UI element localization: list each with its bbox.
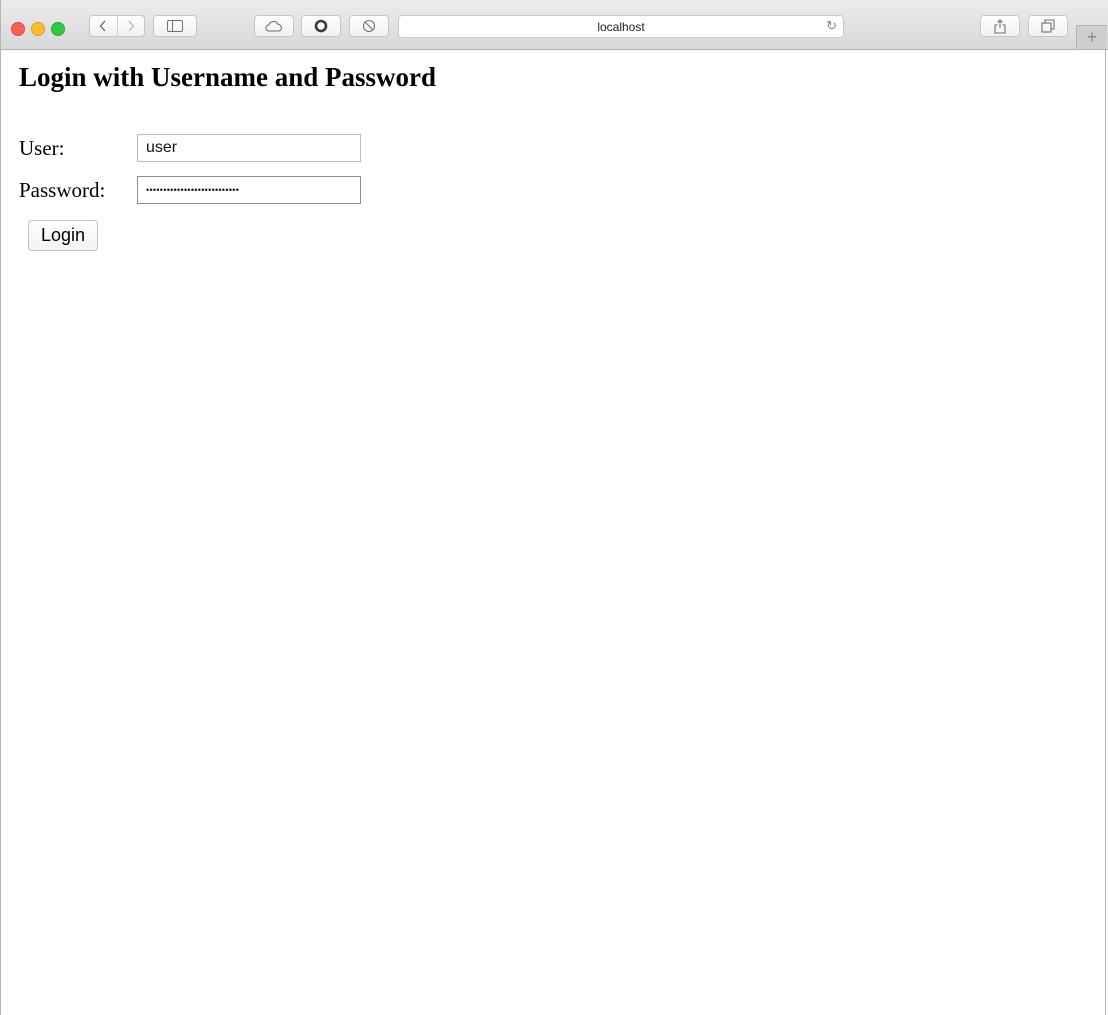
sidebar-icon (167, 20, 183, 32)
page-title: Login with Username and Password (19, 62, 437, 92)
browser-window: localhost ↻ + Login with Username and Pa… (0, 0, 1108, 1015)
address-bar[interactable]: localhost ↻ (398, 15, 844, 38)
reader-button[interactable] (301, 15, 341, 37)
icloud-tabs-button[interactable] (254, 15, 294, 37)
browser-toolbar: localhost ↻ + (1, 0, 1108, 50)
blocker-icon (362, 19, 376, 33)
chevron-right-icon (128, 20, 135, 32)
password-row: Password: ••••••••••••••••••••••••••• (19, 176, 361, 204)
cloud-icon (265, 20, 282, 32)
user-row: User: user (19, 134, 361, 162)
reload-icon[interactable]: ↻ (826, 18, 837, 34)
zoom-window-button[interactable] (51, 22, 65, 36)
tabs-icon (1041, 19, 1055, 33)
back-button[interactable] (90, 16, 117, 36)
user-label: User: (19, 135, 65, 160)
new-tab-button[interactable]: + (1076, 25, 1107, 49)
share-button[interactable] (980, 15, 1020, 37)
close-window-button[interactable] (11, 22, 25, 36)
password-label: Password: (19, 177, 106, 202)
circle-icon (314, 19, 328, 33)
navigation-buttons (89, 15, 145, 37)
minimize-window-button[interactable] (31, 22, 45, 36)
username-input[interactable]: user (137, 134, 361, 162)
plus-icon: + (1086, 27, 1098, 47)
share-icon (994, 18, 1006, 34)
password-input[interactable]: ••••••••••••••••••••••••••• (137, 176, 361, 204)
sidebar-button[interactable] (153, 15, 197, 37)
chevron-left-icon (99, 20, 106, 32)
login-button[interactable]: Login (28, 220, 99, 251)
forward-button[interactable] (116, 16, 145, 36)
address-text: localhost (597, 19, 645, 34)
show-tabs-button[interactable] (1028, 15, 1068, 37)
content-blocker-button[interactable] (349, 15, 389, 37)
